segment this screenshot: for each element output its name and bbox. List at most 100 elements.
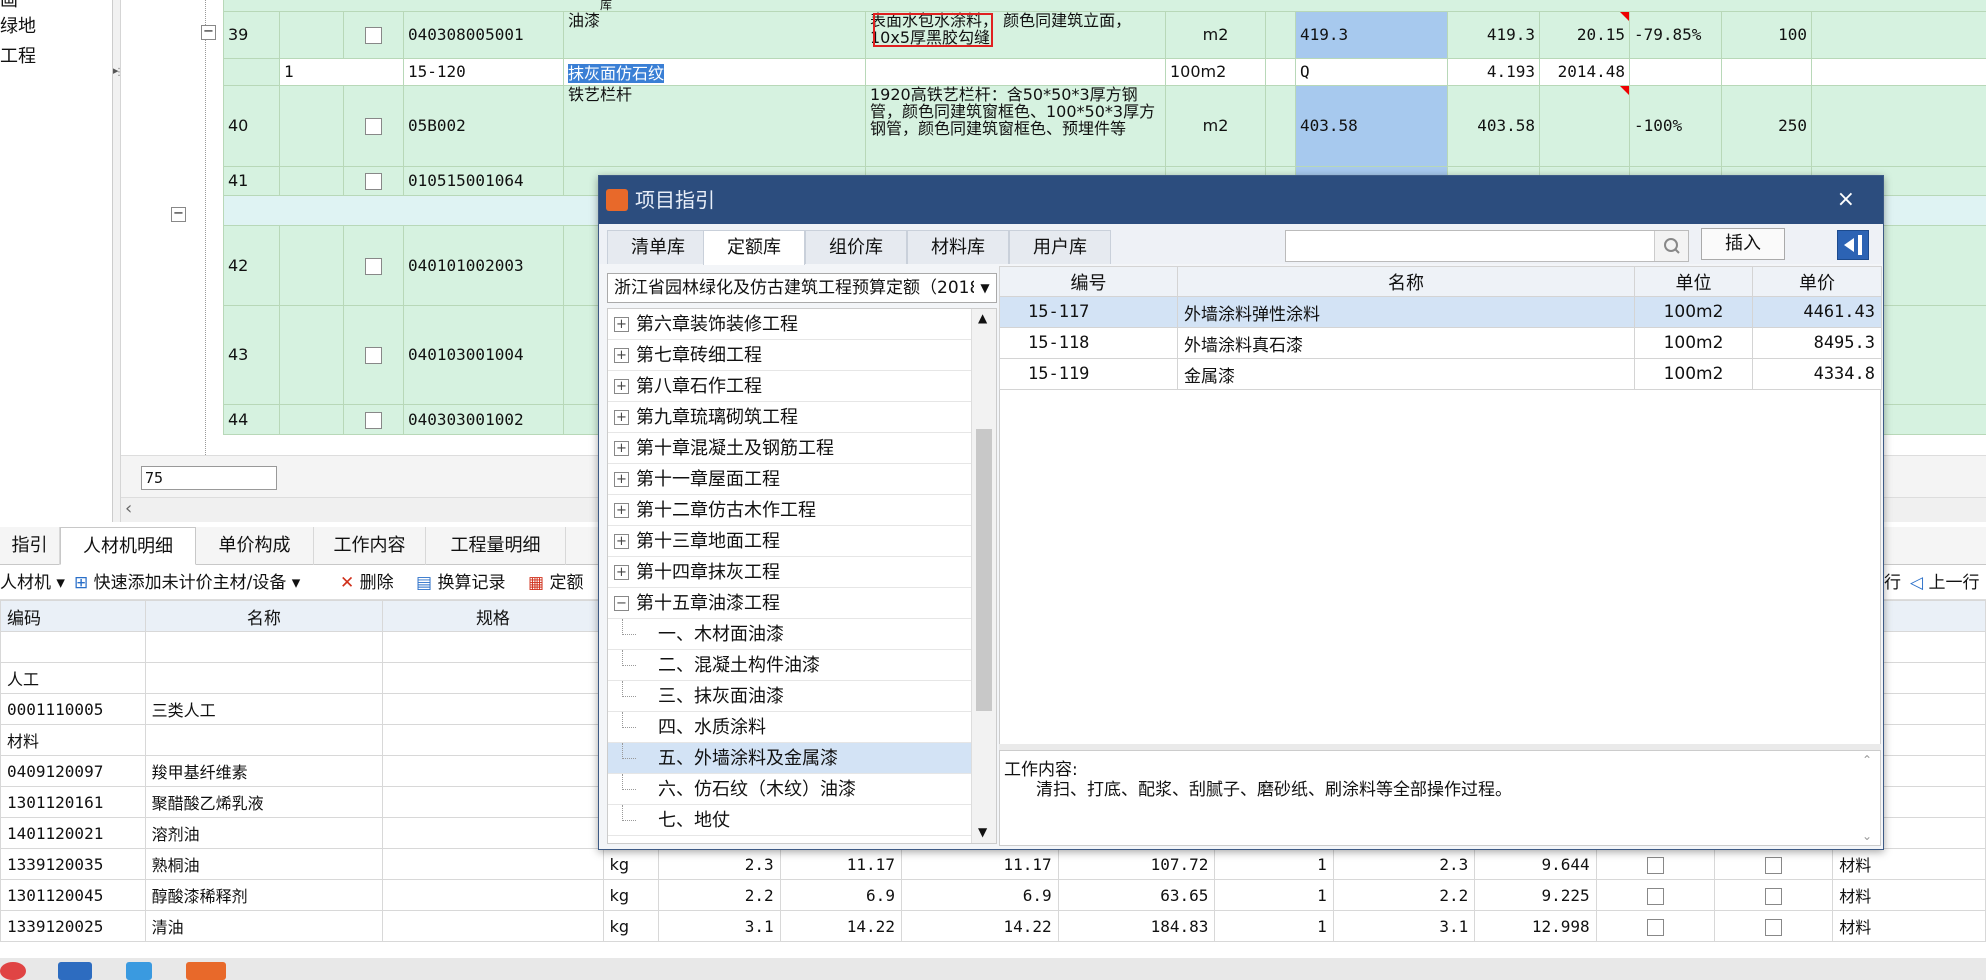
chapter-tree: + 第六章装饰装修工程 + 第七章砖细工程 + 第八章石作工程 + 第九章琉璃砌筑工程 + 第十章… xyxy=(607,308,997,844)
delete-button[interactable]: ✕ 删除 xyxy=(340,566,394,600)
expand-plus-icon[interactable]: + xyxy=(614,534,629,549)
row-checkbox[interactable] xyxy=(365,257,382,275)
row-checkbox[interactable] xyxy=(1765,918,1783,936)
tree-item-label: 第八章石作工程 xyxy=(636,376,762,397)
collapse-minus-icon[interactable]: − xyxy=(614,596,629,611)
tree-chapter-item[interactable]: + 第十一章屋面工程 xyxy=(608,464,973,495)
grid-header-row: 编号 名称 单位 单价 xyxy=(999,266,1882,297)
left-tree-item[interactable]: 工程 xyxy=(0,42,36,72)
scroll-up-icon[interactable]: ⌃ xyxy=(1862,753,1872,767)
expand-plus-icon[interactable]: + xyxy=(614,348,629,363)
dialog-title-bar[interactable]: 项目指引 × xyxy=(599,176,1883,224)
tree-item-label: 第十一章屋面工程 xyxy=(636,469,780,490)
expand-plus-icon[interactable]: + xyxy=(614,317,629,332)
app-icon[interactable] xyxy=(0,962,26,980)
expand-plus-icon[interactable]: + xyxy=(614,472,629,487)
row-checkbox[interactable] xyxy=(1646,856,1664,874)
row-checkbox[interactable] xyxy=(1765,887,1783,905)
table-row-selected[interactable]: 1 15-120 抹灰面仿石纹 100m2 Q 4.193 2014.48 xyxy=(223,57,1986,86)
tree-chapter-item[interactable]: − 第十五章油漆工程 xyxy=(608,588,973,619)
tree-chapter-item[interactable]: + 第十二章仿古木作工程 xyxy=(608,495,973,526)
tab-bill-library[interactable]: 清单库 xyxy=(607,230,709,264)
left-tree-item[interactable]: 绿地 xyxy=(0,12,36,42)
table-row[interactable]: 1301120045 醇酸漆稀释剂 kg 2.2 6.9 6.9 63.65 1 2.2 9.… xyxy=(0,879,1986,911)
scroll-down-icon[interactable]: ▼ xyxy=(978,825,987,839)
table-row[interactable]: 1339120025 清油 kg 3.1 14.22 14.22 184.83 1 3.1 1… xyxy=(0,910,1986,942)
expand-plus-icon[interactable]: + xyxy=(614,503,629,518)
tab-pricing-library[interactable]: 组价库 xyxy=(805,230,907,264)
add-material-button[interactable]: 人材机 ▾ xyxy=(0,566,65,600)
scroll-up-icon[interactable]: ▲ xyxy=(978,311,987,325)
tree-item-label: 六、仿石纹（木纹）油漆 xyxy=(658,779,856,800)
tab-quota-library[interactable]: 定额库 xyxy=(703,230,805,265)
tree-chapter-item[interactable]: + 第十四章抹灰工程 xyxy=(608,557,973,588)
collapse-toggle-icon[interactable]: − xyxy=(201,25,216,40)
scroll-left-icon[interactable]: ‹ xyxy=(125,498,132,519)
collapse-toggle-icon[interactable]: − xyxy=(171,207,186,222)
tree-scrollbar[interactable]: ▲ ▼ xyxy=(971,309,996,843)
tree-chapter-item[interactable]: + 第九章琉璃砌筑工程 xyxy=(608,402,973,433)
tab-guide[interactable]: 指引 xyxy=(0,527,60,565)
tab-work-content[interactable]: 工作内容 xyxy=(314,527,426,565)
next-row-button[interactable]: 行 xyxy=(1884,566,1901,600)
tree-section-item[interactable]: 七、地仗 xyxy=(608,805,973,836)
tree-chapter-item[interactable]: + 第八章石作工程 xyxy=(608,371,973,402)
app-icon[interactable] xyxy=(58,962,92,980)
search-input[interactable] xyxy=(1285,230,1689,262)
insert-button[interactable]: 插入 xyxy=(1701,228,1785,260)
tree-section-item[interactable]: 六、仿石纹（木纹）油漆 xyxy=(608,774,973,805)
prev-row-button[interactable]: ◁ 上一行 xyxy=(1910,566,1979,600)
table-row[interactable]: 39 040308005001 油漆 表面水包水涂料， 颜色同建筑立面，10x5… xyxy=(223,10,1986,59)
row-checkbox[interactable] xyxy=(365,118,382,135)
dock-icon[interactable] xyxy=(1837,230,1869,260)
table-row[interactable]: 40 05B002 铁艺栏杆 1920高铁艺栏杆：含50*50*3厚方钢管，颜色… xyxy=(223,84,1986,167)
tab-user-library[interactable]: 用户库 xyxy=(1009,230,1111,264)
tree-section-item[interactable]: 五、外墙涂料及金属漆 xyxy=(608,743,973,774)
library-select[interactable]: 浙江省园林绿化及仿古建筑工程预算定额（2018） ▼ xyxy=(607,273,997,303)
tree-section-item[interactable]: 三、抹灰面油漆 xyxy=(608,681,973,712)
tree-connector xyxy=(622,805,636,821)
tree-chapter-item[interactable]: + 第十三章地面工程 xyxy=(608,526,973,557)
tree-chapter-item[interactable]: + 第六章装饰装修工程 xyxy=(608,309,973,340)
tree-section-item[interactable]: 四、水质涂料 xyxy=(608,712,973,743)
table-row[interactable]: 15-119 金属漆 100m2 4334.8 xyxy=(999,358,1882,390)
convert-record-button[interactable]: ▤ 换算记录 xyxy=(416,566,505,600)
row-checkbox[interactable] xyxy=(1646,918,1664,936)
row-checkbox[interactable] xyxy=(365,27,382,44)
tree-connector xyxy=(622,619,636,635)
expand-plus-icon[interactable]: + xyxy=(614,379,629,394)
vertical-splitter[interactable]: ▸ ⋮ xyxy=(113,0,124,522)
close-icon[interactable]: × xyxy=(1837,176,1855,224)
expand-plus-icon[interactable]: + xyxy=(614,565,629,580)
quick-add-button[interactable]: ⊞ 快速添加未计价主材/设备 ▾ xyxy=(74,566,300,600)
quantity-input[interactable]: 75 xyxy=(141,466,277,490)
app-icon[interactable] xyxy=(126,962,152,980)
search-icon[interactable] xyxy=(1654,231,1688,261)
tab-unit-price[interactable]: 单价构成 xyxy=(196,527,314,565)
table-row[interactable]: 15-118 外墙涂料真石漆 100m2 8495.3 xyxy=(999,327,1882,359)
app-icon[interactable] xyxy=(186,962,226,980)
dialog-tabs: 清单库 定额库 组价库 材料库 用户库 xyxy=(599,224,1883,265)
tree-chapter-item[interactable]: + 第十章混凝土及钢筋工程 xyxy=(608,433,973,464)
tree-item-label: 第七章砖细工程 xyxy=(636,345,762,366)
quota-button[interactable]: ▦ 定额 xyxy=(528,566,583,600)
table-row-selected[interactable]: 15-117 外墙涂料弹性涂料 100m2 4461.43 xyxy=(999,296,1882,328)
scroll-down-icon[interactable]: ⌄ xyxy=(1862,829,1872,843)
row-checkbox[interactable] xyxy=(1765,856,1783,874)
expand-plus-icon[interactable]: + xyxy=(614,441,629,456)
row-checkbox[interactable] xyxy=(365,347,382,364)
tree-connector xyxy=(622,743,636,759)
row-checkbox[interactable] xyxy=(1646,887,1664,905)
scroll-thumb[interactable] xyxy=(976,429,992,711)
table-row[interactable]: 1339120035 熟桐油 kg 2.3 11.17 11.17 107.72 1 2.3… xyxy=(0,848,1986,880)
row-checkbox[interactable] xyxy=(365,411,382,429)
expand-plus-icon[interactable]: + xyxy=(614,410,629,425)
tree-chapter-item[interactable]: + 第七章砖细工程 xyxy=(608,340,973,371)
chevron-down-icon[interactable]: ▼ xyxy=(974,274,996,302)
row-checkbox[interactable] xyxy=(365,173,382,190)
tab-material-library[interactable]: 材料库 xyxy=(907,230,1009,264)
tab-labor-material[interactable]: 人材机明细 xyxy=(60,527,196,565)
tab-quantity-detail[interactable]: 工程量明细 xyxy=(426,527,566,565)
tree-section-item[interactable]: 二、混凝土构件油漆 xyxy=(608,650,973,681)
tree-section-item[interactable]: 一、木材面油漆 xyxy=(608,619,973,650)
